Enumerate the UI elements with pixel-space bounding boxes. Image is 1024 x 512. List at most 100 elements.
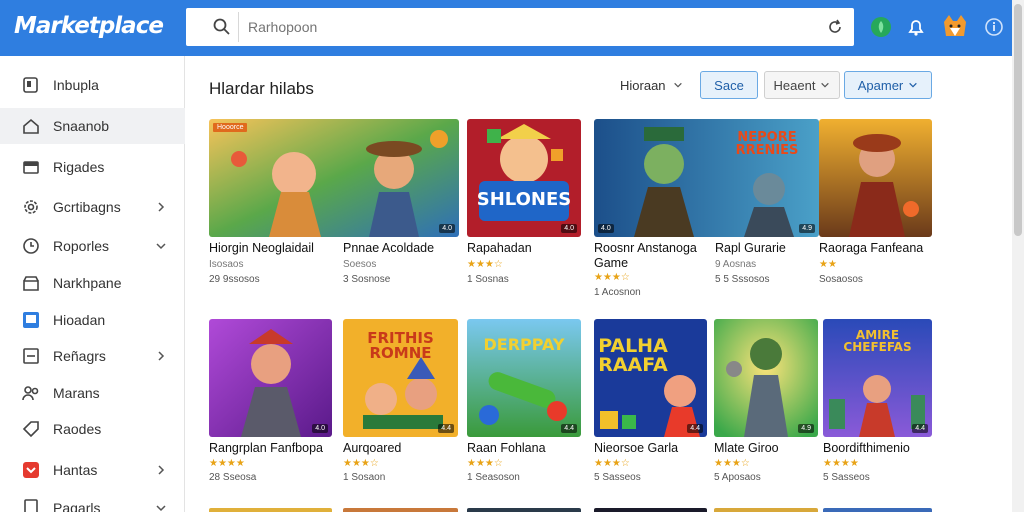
- sidebar-item-marans[interactable]: Marans: [0, 375, 185, 411]
- sidebar-item-inbupla[interactable]: Inbupla: [0, 67, 185, 103]
- game-title[interactable]: Boordifthimenio: [823, 441, 910, 455]
- scrollbar[interactable]: [1012, 0, 1024, 512]
- game-thumbnail[interactable]: PALHA RAAFA 4.4: [594, 319, 707, 437]
- star-rating: ★★★☆: [594, 458, 630, 469]
- sidebar-item-roporles[interactable]: Roporles: [0, 228, 185, 264]
- game-card-peek[interactable]: [343, 508, 458, 512]
- sidebar-item-raodes[interactable]: Raodes: [0, 411, 185, 447]
- game-card-peek[interactable]: [467, 508, 581, 512]
- game-meta: 3 Sosnose: [343, 274, 391, 285]
- red-box-icon: [23, 462, 39, 478]
- game-card-peek[interactable]: [823, 508, 932, 512]
- game-title[interactable]: Rangrplan Fanfbopa: [209, 441, 323, 455]
- game-thumbnail[interactable]: DERPPAY 4.4: [467, 319, 581, 437]
- clock-icon: [23, 238, 39, 254]
- save-button[interactable]: Sace: [700, 71, 758, 99]
- game-thumbnail[interactable]: NEPORE RRENIES 4.0 4.9: [594, 119, 819, 237]
- filter-dropdown[interactable]: Hioraan: [620, 78, 683, 93]
- doc-icon: [24, 499, 38, 512]
- star-rating: ★★★☆: [467, 259, 503, 270]
- sidebar-item-label: Hantas: [53, 462, 98, 478]
- tag-icon: [22, 421, 39, 438]
- sidebar-item-hioadan[interactable]: Hioadan: [0, 302, 185, 338]
- sidebar-item-paqarls[interactable]: Paqarls: [0, 490, 185, 512]
- game-thumbnail[interactable]: Hooorce 4.0: [209, 119, 459, 237]
- game-card-peek[interactable]: [209, 508, 332, 512]
- game-title[interactable]: Rapl Gurarie: [715, 241, 786, 255]
- refresh-icon[interactable]: [826, 18, 844, 36]
- search-bar[interactable]: [186, 8, 854, 46]
- game-title[interactable]: Roosnr Anstanoga: [594, 241, 697, 255]
- chevron-right-icon[interactable]: [155, 350, 167, 362]
- game-logo-text: SHLONES: [476, 189, 572, 210]
- sidebar-item-label: Snaanob: [53, 118, 110, 134]
- apps-dropdown-button[interactable]: Apamer: [844, 71, 932, 99]
- sidebar-item-narkhpane[interactable]: Narkhpane: [0, 265, 185, 301]
- sidebar-item-rigades[interactable]: Rigades: [0, 149, 185, 185]
- minus-box-icon: [23, 348, 39, 364]
- search-icon[interactable]: [212, 17, 232, 37]
- rating-badge: 4.0: [439, 224, 455, 233]
- game-title[interactable]: Pnnae Acoldade: [343, 241, 434, 255]
- sidebar-item-gcrtibagns[interactable]: Gcrtibagns: [0, 189, 185, 225]
- info-icon[interactable]: [983, 16, 1005, 38]
- game-thumbnail[interactable]: SHLONES 4.0: [467, 119, 581, 237]
- game-thumbnail[interactable]: 4.9: [714, 319, 818, 437]
- rating-badge: 4.4: [438, 424, 454, 433]
- recent-dropdown-button[interactable]: Heaent: [764, 71, 840, 99]
- sidebar-item-label: Inbupla: [53, 77, 99, 93]
- search-input[interactable]: [248, 14, 808, 40]
- recent-label: Heaent: [773, 77, 816, 93]
- sidebar-item-snaanob[interactable]: Snaanob: [0, 108, 185, 144]
- game-title[interactable]: Nieorsoe Garla: [594, 441, 678, 455]
- game-subtitle: Isosaos: [209, 259, 244, 270]
- game-thumbnail[interactable]: AMIRE CHEFEFAS 4.4: [823, 319, 932, 437]
- game-thumbnail[interactable]: 4.0: [209, 319, 332, 437]
- game-meta: 1 Sosaon: [343, 472, 386, 483]
- star-rating: ★★★☆: [594, 272, 630, 283]
- fox-avatar-icon[interactable]: [940, 12, 970, 42]
- briefcase-icon: [23, 161, 39, 174]
- sidebar-item-label: Marans: [53, 385, 100, 401]
- game-title[interactable]: Mlate Giroo: [714, 441, 779, 455]
- game-art: [714, 319, 818, 437]
- chevron-down-icon[interactable]: [155, 240, 167, 252]
- people-icon: [22, 386, 39, 401]
- bell-icon[interactable]: [903, 14, 929, 40]
- game-card-peek[interactable]: [714, 508, 818, 512]
- game-title[interactable]: Hiorgin Neoglaidail: [209, 241, 314, 255]
- game-meta: 1 Seasoson: [467, 472, 520, 483]
- game-title-line2[interactable]: Game: [594, 256, 628, 270]
- game-thumbnail[interactable]: FRITHIS ROMNE 4.4: [343, 319, 458, 437]
- game-logo-text: NEPORE RRENIES: [735, 130, 799, 158]
- cup-icon: [23, 77, 38, 93]
- chevron-right-icon[interactable]: [155, 464, 167, 476]
- game-meta: 29 9ssosos: [209, 274, 260, 285]
- sidebar-item-label: Gcrtibagns: [53, 199, 121, 215]
- section-title: Hlardar hilabs: [209, 79, 314, 98]
- chevron-down-icon: [674, 82, 682, 88]
- game-card-peek[interactable]: [594, 508, 707, 512]
- app-logo[interactable]: Marketplace: [14, 13, 164, 39]
- game-title[interactable]: Rapahadan: [467, 241, 532, 255]
- game-thumbnail[interactable]: [819, 119, 932, 237]
- scroll-thumb[interactable]: [1014, 4, 1022, 236]
- game-art: [209, 319, 332, 437]
- game-title[interactable]: Raan Fohlana: [467, 441, 546, 455]
- chevron-right-icon[interactable]: [155, 201, 167, 213]
- chevron-down-icon[interactable]: [155, 502, 167, 512]
- game-subtitle: 9 Aosnas: [715, 259, 757, 270]
- game-meta: 1 Acosnon: [594, 287, 641, 298]
- store-icon: [23, 276, 39, 291]
- apps-label: Apamer: [857, 77, 904, 93]
- game-meta: 5 Sasseos: [594, 472, 641, 483]
- sidebar-item-renagrs[interactable]: Reñagrs: [0, 338, 185, 374]
- game-title[interactable]: Raoraga Fanfeana: [819, 241, 923, 255]
- sidebar-item-hantas[interactable]: Hantas: [0, 452, 185, 488]
- game-logo-text: PALHA RAAFA: [598, 335, 668, 376]
- game-logo-text: AMIRE CHEFEFAS: [843, 328, 912, 354]
- star-rating: ★★★☆: [467, 458, 503, 469]
- green-status-icon[interactable]: [868, 14, 894, 40]
- chevron-down-icon: [909, 82, 918, 88]
- game-title[interactable]: Aurqoared: [343, 441, 401, 455]
